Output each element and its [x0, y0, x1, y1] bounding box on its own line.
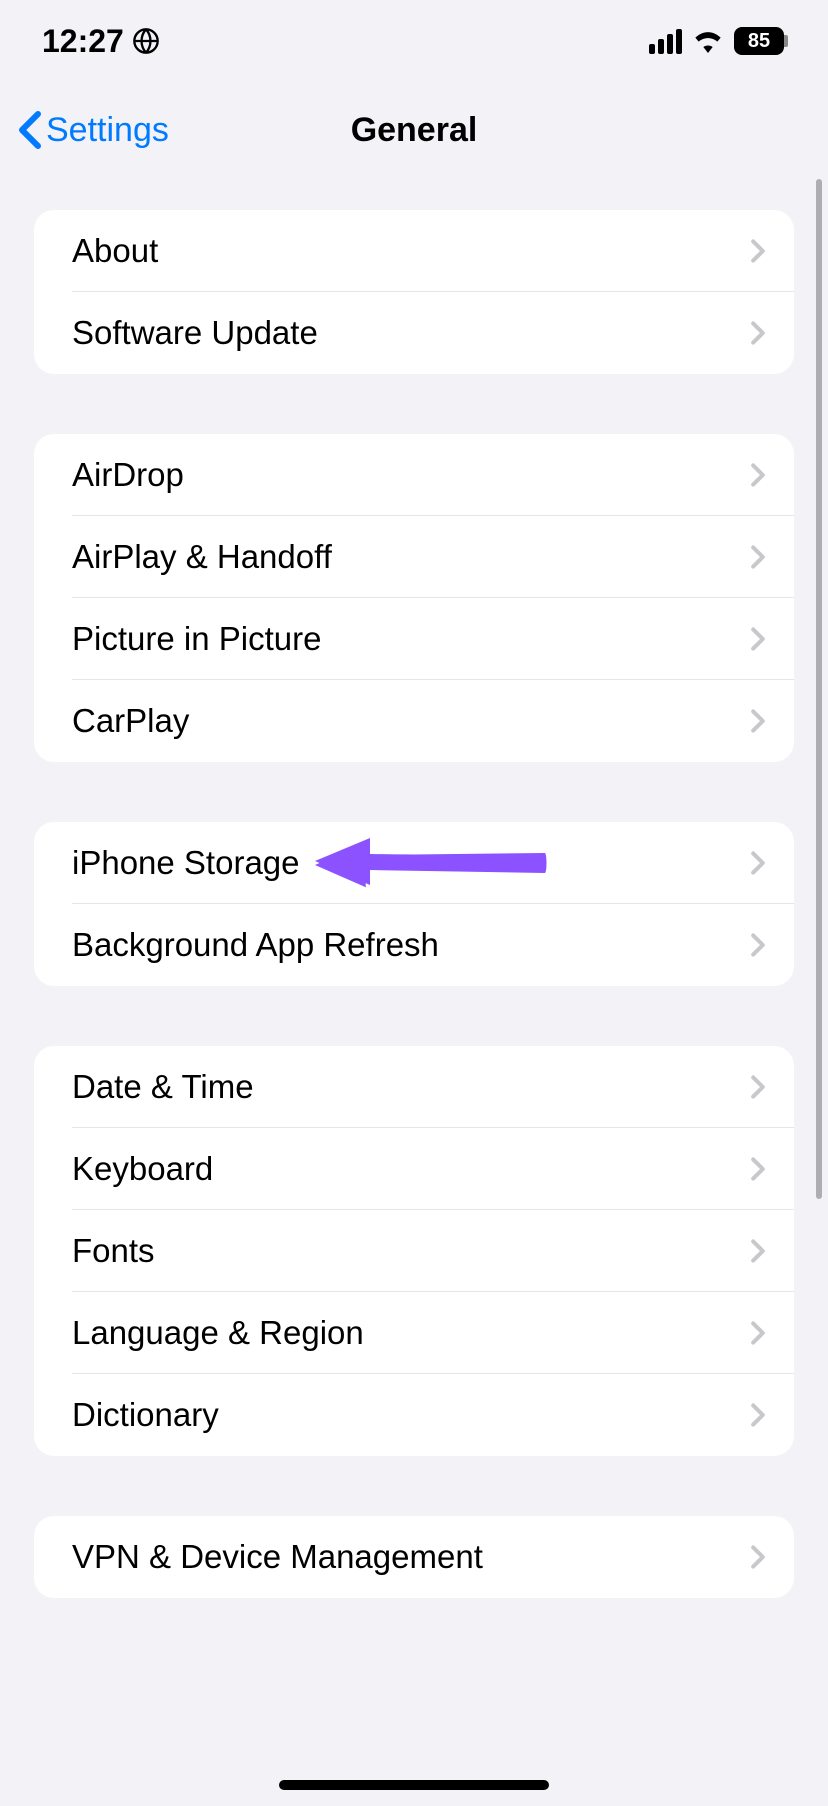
- cellular-icon: [649, 29, 682, 54]
- row-carplay[interactable]: CarPlay: [34, 680, 794, 762]
- chevron-right-icon: [750, 1402, 766, 1428]
- row-about[interactable]: About: [34, 210, 794, 292]
- row-label: iPhone Storage: [72, 844, 300, 882]
- home-indicator[interactable]: [279, 1780, 549, 1790]
- row-label: Date & Time: [72, 1068, 254, 1106]
- settings-group: Date & Time Keyboard Fonts Language & Regio…: [34, 1046, 794, 1456]
- back-label: Settings: [46, 111, 169, 150]
- nav-bar: Settings General: [0, 86, 828, 174]
- row-vpn-device-management[interactable]: VPN & Device Management: [34, 1516, 794, 1598]
- row-label: Dictionary: [72, 1396, 219, 1434]
- settings-group: iPhone Storage Background App Refresh: [34, 822, 794, 986]
- row-label: Fonts: [72, 1232, 155, 1270]
- row-background-app-refresh[interactable]: Background App Refresh: [34, 904, 794, 986]
- chevron-right-icon: [750, 708, 766, 734]
- battery-icon: 85: [734, 27, 788, 55]
- chevron-right-icon: [750, 320, 766, 346]
- settings-group: About Software Update: [34, 210, 794, 374]
- page-title: General: [351, 111, 478, 150]
- settings-content: About Software Update AirDrop AirPlay & Han…: [0, 174, 828, 1598]
- row-label: AirDrop: [72, 456, 184, 494]
- row-language-region[interactable]: Language & Region: [34, 1292, 794, 1374]
- chevron-right-icon: [750, 626, 766, 652]
- chevron-right-icon: [750, 544, 766, 570]
- chevron-left-icon: [18, 110, 42, 150]
- row-label: AirPlay & Handoff: [72, 538, 332, 576]
- status-time: 12:27: [42, 23, 124, 60]
- row-label: VPN & Device Management: [72, 1538, 483, 1576]
- row-label: Software Update: [72, 314, 318, 352]
- row-software-update[interactable]: Software Update: [34, 292, 794, 374]
- row-label: About: [72, 232, 158, 270]
- row-label: CarPlay: [72, 702, 189, 740]
- wifi-icon: [692, 29, 724, 53]
- location-globe-icon: [132, 27, 160, 55]
- chevron-right-icon: [750, 1544, 766, 1570]
- status-right: 85: [649, 27, 788, 55]
- scroll-indicator[interactable]: [816, 179, 822, 1199]
- chevron-right-icon: [750, 850, 766, 876]
- chevron-right-icon: [750, 1320, 766, 1346]
- chevron-right-icon: [750, 1156, 766, 1182]
- status-left: 12:27: [42, 23, 160, 60]
- chevron-right-icon: [750, 1074, 766, 1100]
- status-bar: 12:27 85: [0, 14, 828, 68]
- row-keyboard[interactable]: Keyboard: [34, 1128, 794, 1210]
- chevron-right-icon: [750, 1238, 766, 1264]
- settings-group: AirDrop AirPlay & Handoff Picture in Pictu…: [34, 434, 794, 762]
- row-picture-in-picture[interactable]: Picture in Picture: [34, 598, 794, 680]
- battery-level: 85: [734, 27, 784, 55]
- row-dictionary[interactable]: Dictionary: [34, 1374, 794, 1456]
- row-label: Keyboard: [72, 1150, 213, 1188]
- row-airplay-handoff[interactable]: AirPlay & Handoff: [34, 516, 794, 598]
- chevron-right-icon: [750, 932, 766, 958]
- chevron-right-icon: [750, 462, 766, 488]
- row-fonts[interactable]: Fonts: [34, 1210, 794, 1292]
- back-button[interactable]: Settings: [0, 110, 169, 150]
- row-label: Background App Refresh: [72, 926, 439, 964]
- chevron-right-icon: [750, 238, 766, 264]
- row-label: Picture in Picture: [72, 620, 321, 658]
- row-label: Language & Region: [72, 1314, 364, 1352]
- row-airdrop[interactable]: AirDrop: [34, 434, 794, 516]
- settings-group: VPN & Device Management: [34, 1516, 794, 1598]
- row-iphone-storage[interactable]: iPhone Storage: [34, 822, 794, 904]
- row-date-time[interactable]: Date & Time: [34, 1046, 794, 1128]
